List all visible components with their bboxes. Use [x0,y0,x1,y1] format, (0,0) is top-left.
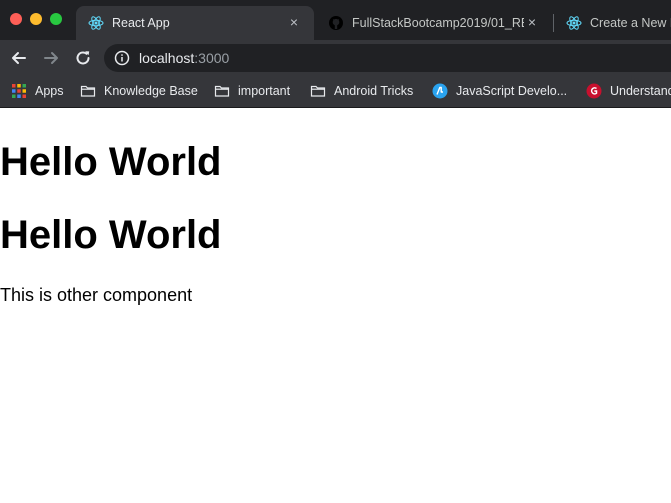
address-bar[interactable]: localhost:3000 [104,44,671,72]
close-window-button[interactable] [10,13,22,25]
forward-arrow-icon[interactable] [41,48,61,68]
toolbar: localhost:3000 [0,40,671,76]
react-icon [566,15,582,31]
folder-icon [310,83,326,99]
javascript-icon [432,83,448,99]
bookmarks-bar: Apps Knowledge Base important Android Tr… [0,76,671,108]
folder-icon [80,83,96,99]
url-text: localhost:3000 [139,50,229,66]
tab-react-app[interactable]: React App × [76,6,314,40]
info-icon[interactable] [114,50,130,66]
tab-strip: React App × FullStackBootcamp2019/01_RE … [0,0,671,40]
bookmark-label: JavaScript Develo... [456,84,568,98]
browser-chrome: React App × FullStackBootcamp2019/01_RE … [0,0,671,108]
page-content: Hello World Hello World This is other co… [0,108,671,503]
bookmark-label: Knowledge Base [104,84,198,98]
page-heading: Hello World [0,140,222,184]
folder-icon [214,83,230,99]
bookmark-label: Android Tricks [334,84,414,98]
bookmark-label: important [238,84,291,98]
bookmark-label: Understand [610,84,671,98]
url-host: localhost [139,50,195,66]
tab-create-react[interactable]: Create a New R [554,6,671,40]
page-paragraph: This is other component [0,285,193,305]
bookmark-label: Apps [35,84,64,98]
back-arrow-icon[interactable] [9,48,29,68]
understand-icon [586,83,602,99]
tab-title: Create a New R [590,16,671,30]
reload-icon[interactable] [73,48,93,68]
apps-grid-icon [11,83,27,99]
maximize-window-button[interactable] [50,13,62,25]
github-icon [328,15,344,31]
minimize-window-button[interactable] [30,13,42,25]
react-icon [88,15,104,31]
tab-title: FullStackBootcamp2019/01_RE [352,16,524,30]
tab-title: React App [112,16,170,30]
page-heading: Hello World [0,213,222,257]
close-tab-icon[interactable]: × [286,14,302,30]
url-port: :3000 [194,50,230,66]
tab-github[interactable]: FullStackBootcamp2019/01_RE × [316,6,552,40]
close-tab-icon[interactable]: × [524,14,540,30]
